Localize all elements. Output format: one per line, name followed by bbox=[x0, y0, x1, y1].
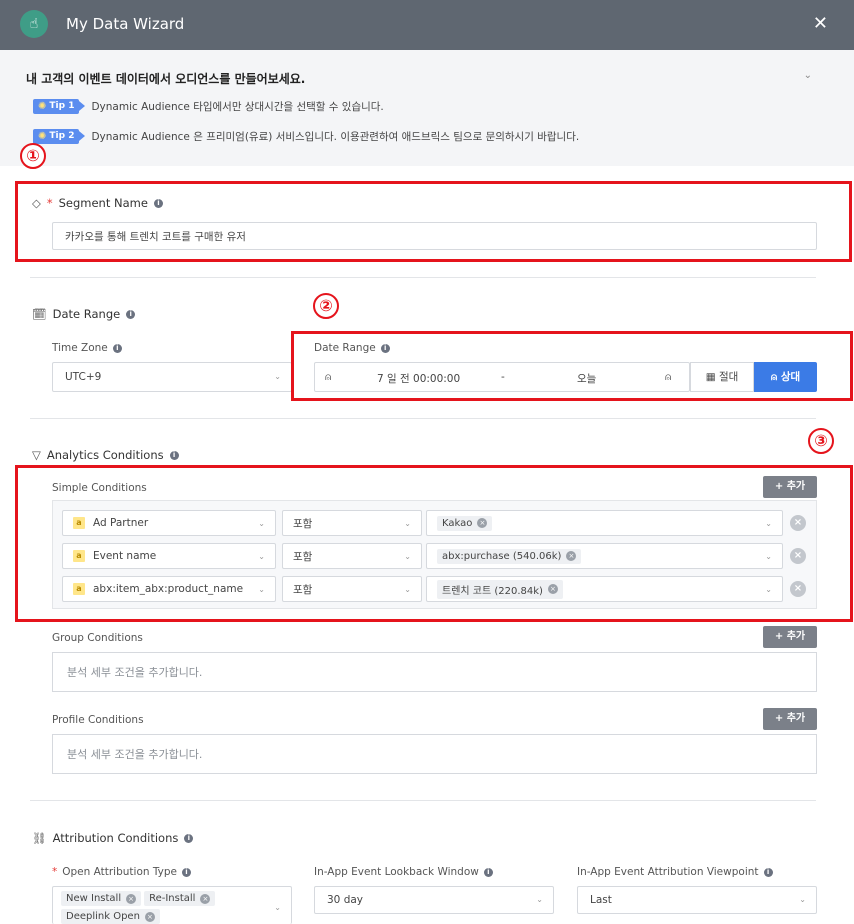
tip-2: ✺ Tip 2 Dynamic Audience 은 프리미엄(유료) 서비스입니… bbox=[33, 127, 579, 145]
tip-badge-label: Tip 2 bbox=[49, 131, 75, 141]
divider bbox=[30, 800, 816, 801]
date-range-section-title: 🗓 Date Range i bbox=[32, 307, 136, 321]
tip-text: Dynamic Audience 타입에서만 상대시간을 선택할 수 있습니다. bbox=[91, 100, 384, 113]
group-placeholder: 분석 세부 조건을 추가합니다. bbox=[67, 666, 203, 679]
remove-tag-icon[interactable]: × bbox=[126, 893, 137, 904]
value-tag: Deeplink Open × bbox=[61, 909, 160, 924]
divider bbox=[30, 277, 816, 278]
lookback-value: 30 day bbox=[327, 894, 364, 906]
remove-tag-icon[interactable]: × bbox=[144, 911, 155, 922]
profile-conditions-title: Profile Conditions bbox=[52, 714, 144, 726]
window-title: My Data Wizard bbox=[66, 15, 185, 33]
open-attribution-type-select[interactable]: New Install × Re-Install × Deeplink Open × … bbox=[52, 886, 292, 924]
chevron-down-icon[interactable]: ⌄ bbox=[804, 70, 812, 81]
value-tag-label: Re-Install bbox=[149, 893, 196, 904]
lookback-window-select[interactable]: 30 day ⌄ bbox=[314, 886, 554, 914]
tip-arrow-icon bbox=[79, 131, 86, 141]
time-zone-label-text: Time Zone bbox=[52, 342, 108, 354]
title-bar: ☝ My Data Wizard ✕ bbox=[0, 0, 854, 50]
time-zone-value: UTC+9 bbox=[65, 371, 102, 383]
time-zone-select[interactable]: UTC+9 ⌄ bbox=[52, 362, 292, 392]
open-type-label-text: Open Attribution Type bbox=[62, 866, 177, 878]
info-icon[interactable]: i bbox=[184, 833, 194, 843]
highlight-box-date-range bbox=[291, 331, 853, 401]
value-tag-label: Deeplink Open bbox=[66, 911, 140, 922]
annotation-number-2: ② bbox=[313, 293, 339, 319]
tip-badge: ✺ Tip 2 bbox=[33, 128, 80, 144]
attribution-title-text: Attribution Conditions bbox=[52, 831, 179, 845]
analytics-title-text: Analytics Conditions bbox=[46, 448, 164, 462]
intro-panel: 내 고객의 이벤트 데이터에서 오디언스를 만들어보세요. ⌄ ✺ Tip 1 D… bbox=[0, 50, 854, 166]
intro-title: 내 고객의 이벤트 데이터에서 오디언스를 만들어보세요. bbox=[26, 72, 306, 86]
filter-icon: ▽ bbox=[32, 448, 41, 462]
info-icon[interactable]: i bbox=[182, 867, 191, 877]
lookback-label-text: In-App Event Lookback Window bbox=[314, 866, 479, 878]
annotation-number-1: ① bbox=[20, 143, 46, 169]
divider bbox=[30, 418, 816, 419]
viewpoint-value: Last bbox=[590, 894, 612, 906]
group-conditions-title: Group Conditions bbox=[52, 632, 143, 644]
lightbulb-icon: ✺ bbox=[38, 100, 47, 112]
tip-badge-label: Tip 1 bbox=[49, 101, 75, 111]
highlight-box-segment bbox=[15, 181, 852, 262]
profile-conditions-box[interactable]: 분석 세부 조건을 추가합니다. bbox=[52, 734, 817, 774]
add-profile-condition-button[interactable]: + 추가 bbox=[763, 708, 817, 730]
remove-tag-icon[interactable]: × bbox=[200, 893, 211, 904]
tip-1: ✺ Tip 1 Dynamic Audience 타입에서만 상대시간을 선택할 … bbox=[33, 97, 384, 115]
value-tag: New Install × bbox=[61, 891, 142, 906]
attribution-viewpoint-label: In-App Event Attribution Viewpoint i bbox=[577, 866, 773, 878]
tip-text: Dynamic Audience 은 프리미엄(유료) 서비스입니다. 이용관련… bbox=[91, 130, 580, 143]
date-range-title-text: Date Range bbox=[52, 307, 121, 321]
required-mark: * bbox=[52, 866, 58, 878]
open-attribution-type-label: * Open Attribution Type i bbox=[52, 866, 191, 878]
group-conditions-box[interactable]: 분석 세부 조건을 추가합니다. bbox=[52, 652, 817, 692]
value-tag: Re-Install × bbox=[144, 891, 216, 906]
attribution-viewpoint-select[interactable]: Last ⌄ bbox=[577, 886, 817, 914]
profile-placeholder: 분석 세부 조건을 추가합니다. bbox=[67, 748, 203, 761]
tip-badge: ✺ Tip 1 bbox=[33, 98, 80, 114]
chevron-down-icon: ⌄ bbox=[274, 903, 281, 912]
value-tag-label: New Install bbox=[66, 893, 122, 904]
lookback-window-label: In-App Event Lookback Window i bbox=[314, 866, 493, 878]
close-icon[interactable]: ✕ bbox=[813, 13, 828, 34]
lightbulb-icon: ✺ bbox=[38, 130, 47, 142]
annotation-number-3: ③ bbox=[808, 428, 834, 454]
pointer-hand-icon: ☝ bbox=[20, 10, 48, 38]
info-icon[interactable]: i bbox=[483, 867, 493, 877]
info-icon[interactable]: i bbox=[169, 450, 179, 460]
link-icon: ⛓ bbox=[32, 831, 47, 845]
chevron-down-icon: ⌄ bbox=[274, 372, 281, 381]
attribution-section-title: ⛓ Attribution Conditions i bbox=[32, 831, 194, 845]
info-icon[interactable]: i bbox=[126, 309, 136, 319]
calendar-icon: 🗓 bbox=[32, 307, 47, 321]
chevron-down-icon: ⌄ bbox=[799, 895, 806, 904]
viewpoint-label-text: In-App Event Attribution Viewpoint bbox=[577, 866, 759, 878]
chevron-down-icon: ⌄ bbox=[536, 895, 543, 904]
analytics-section-title: ▽ Analytics Conditions i bbox=[32, 448, 179, 462]
info-icon[interactable]: i bbox=[763, 867, 773, 877]
add-group-condition-button[interactable]: + 추가 bbox=[763, 626, 817, 648]
info-icon[interactable]: i bbox=[112, 343, 122, 353]
tip-arrow-icon bbox=[79, 101, 86, 111]
highlight-box-simple-conditions bbox=[15, 465, 853, 622]
time-zone-label: Time Zone i bbox=[52, 342, 122, 354]
